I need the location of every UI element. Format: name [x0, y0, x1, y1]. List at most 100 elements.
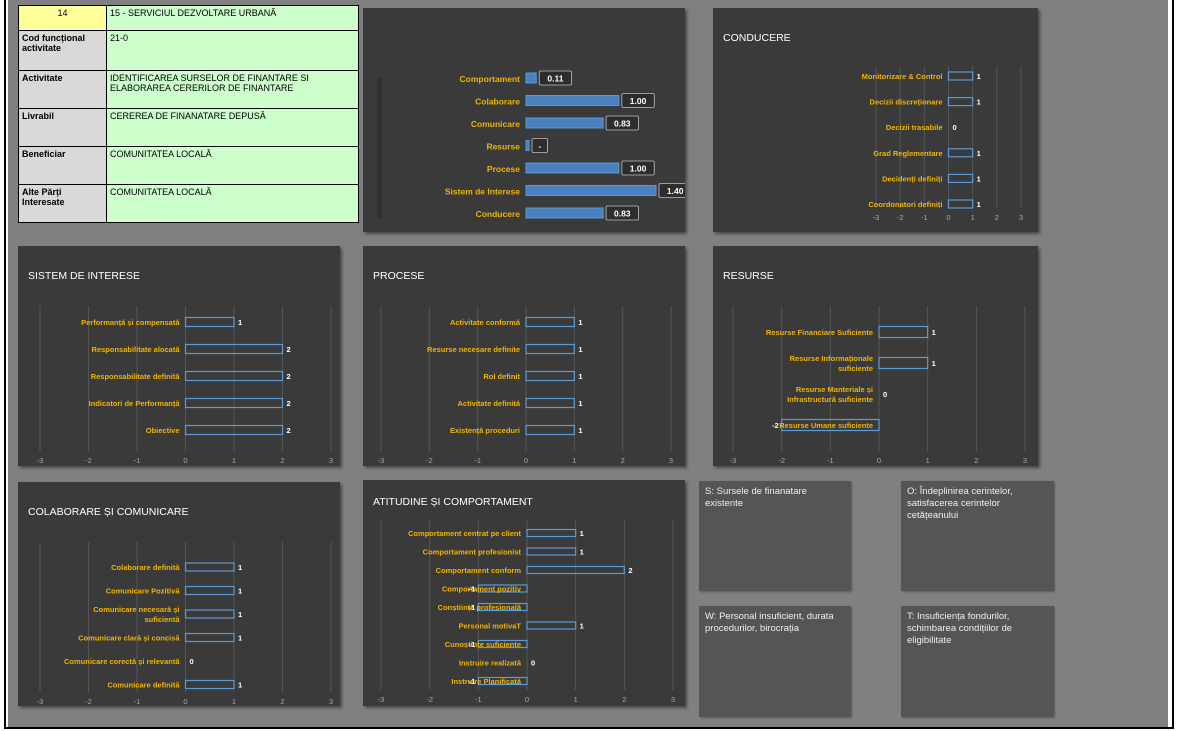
- procese-bar: [525, 397, 575, 409]
- colaborare-category-label: Comunicare corectă și relevantă: [64, 657, 180, 666]
- sistem-tick-label: -3: [37, 456, 44, 465]
- resurse-category-label: Infrastructură suficiente: [787, 395, 873, 404]
- conducere-bar: [947, 148, 974, 158]
- atitudine-data-label: -1: [469, 603, 476, 612]
- resurse-title: RESURSE: [723, 270, 774, 282]
- activity-info-table: 14 15 - SERVICIUL DEZVOLTARE URBANĂ Cod …: [18, 5, 359, 223]
- procese-panel: PROCESE -3 -2 -1 0 1 2 3 Activitate conformă 1 Re…: [363, 246, 685, 466]
- procese-tick-label: -1: [474, 456, 481, 465]
- sistem-panel: SISTEM DE INTERESE -3 -2 -1 0 1 2 3 Performanță…: [18, 246, 340, 466]
- colaborare-bar: [184, 562, 235, 572]
- resurse-category-label: suficiente: [838, 364, 873, 373]
- colaborare-data-label: 1: [238, 681, 242, 690]
- procese-data-label: 1: [578, 318, 582, 327]
- colaborare-tick-label: 2: [280, 697, 284, 706]
- summary-scroll-track: [377, 78, 382, 218]
- conducere-title: CONDUCERE: [723, 32, 791, 44]
- conducere-category-label: Monitorizare & Control: [862, 72, 943, 81]
- summary-category-label: Sistem de Interese: [445, 187, 520, 197]
- procese-category-label: Activitate conformă: [450, 318, 521, 327]
- conducere-category-label: Decizii trasabile: [886, 123, 943, 132]
- atitudine-data-label: 2: [628, 566, 632, 575]
- conducere-tick-label: 2: [995, 213, 999, 222]
- colaborare-data-label: 1: [238, 587, 242, 596]
- summary-data-label: -: [538, 141, 541, 151]
- atitudine-data-label: 1: [580, 622, 584, 631]
- sistem-category-label: Obiective: [146, 426, 180, 435]
- conducere-bar: [947, 71, 974, 81]
- conducere-data-label: 0: [953, 123, 957, 132]
- summary-data-label: 1.00: [630, 96, 647, 106]
- conducere-panel: CONDUCERE -3 -2 -1 0 1 2 3 Monitorizare & Contr…: [713, 8, 1038, 232]
- swot-weaknesses: W: Personal insuficient, durata procedur…: [699, 606, 851, 717]
- colaborare-bar: [184, 609, 235, 619]
- resurse-category-label: Resurse Umane suficiente: [779, 421, 873, 430]
- conducere-tick-label: 3: [1019, 213, 1023, 222]
- info-value-cod: 21-0: [106, 30, 359, 71]
- conducere-category-label: Grad Reglementare: [873, 149, 942, 158]
- resurse-category-label: Resurse Informaționale: [790, 354, 873, 363]
- conducere-data-label: 1: [977, 149, 981, 158]
- colaborare-bar: [184, 679, 235, 690]
- sistem-tick-label: -1: [134, 456, 141, 465]
- procese-data-label: 1: [578, 426, 582, 435]
- resurse-tick-label: 2: [974, 456, 978, 465]
- sistem-tick-label: 2: [280, 456, 284, 465]
- procese-category-label: Existență proceduri: [450, 426, 520, 435]
- procese-tick-label: 2: [621, 456, 625, 465]
- resurse-tick-label: -3: [730, 456, 737, 465]
- resurse-tick-label: 0: [877, 456, 881, 465]
- colaborare-category-label: Comunicare necesară și: [93, 605, 179, 614]
- summary-bar: [525, 140, 530, 151]
- atitudine-panel: ATITUDINE ȘI COMPORTAMENT -3 -2 -1 0 1 2 3 Comp…: [363, 480, 685, 706]
- conducere-data-label: 1: [977, 174, 981, 183]
- conducere-category-label: Coordonatori definiți: [868, 200, 942, 209]
- procese-data-label: 1: [578, 372, 582, 381]
- summary-bar: [525, 162, 620, 174]
- info-value-activitate: IDENTIFICAREA SURSELOR DE FINANTARE SI E…: [106, 70, 359, 109]
- sistem-data-label: 2: [287, 399, 291, 408]
- resurse-data-label: 1: [932, 359, 936, 368]
- procese-bar: [525, 424, 575, 436]
- procese-tick-label: -2: [426, 456, 433, 465]
- resurse-category-label: Resurse Manteriale și: [796, 385, 873, 394]
- atitudine-category-label: Instruire Planificată: [451, 677, 521, 686]
- sistem-data-label: 2: [287, 345, 291, 354]
- colaborare-data-label: 0: [190, 657, 194, 666]
- summary-category-label: Colaborare: [475, 97, 520, 107]
- info-label-cod: Cod funcțional activitate: [18, 30, 107, 71]
- colaborare-data-label: 1: [238, 634, 242, 643]
- atitudine-category-label: Conștiință profesională: [438, 603, 522, 612]
- colaborare-data-label: 1: [238, 563, 242, 572]
- atitudine-category-label: Comportament pozitiv: [442, 585, 522, 594]
- procese-category-label: Rol definit: [483, 372, 520, 381]
- resurse-data-label: -2: [772, 421, 779, 430]
- conducere-tick-label: -3: [873, 213, 880, 222]
- colaborare-tick-label: 3: [329, 697, 333, 706]
- sistem-data-label: 2: [287, 372, 291, 381]
- atitudine-category-label: Comportament conform: [436, 566, 522, 575]
- procese-category-label: Resurse necesare definite: [427, 345, 520, 354]
- colaborare-title: COLABORARE ȘI COMUNICARE: [28, 506, 189, 518]
- summary-bar: [525, 72, 537, 84]
- info-value-livrabil: CEREREA DE FINANATARE DEPUSĂ: [106, 108, 359, 147]
- activity-number: 14: [18, 5, 107, 31]
- summary-bar: [525, 207, 604, 219]
- procese-bar: [525, 343, 575, 355]
- atitudine-bar: [526, 547, 577, 556]
- conducere-tick-label: 1: [971, 213, 975, 222]
- summary-bar: [525, 117, 604, 129]
- conducere-data-label: 1: [977, 72, 981, 81]
- conducere-bar: [947, 96, 974, 107]
- summary-chart: Comportament 0.11 Colaborare 1.00 Comunicare…: [445, 70, 692, 221]
- colaborare-tick-label: 1: [232, 697, 236, 706]
- resurse-bar: [878, 356, 929, 370]
- sistem-title: SISTEM DE INTERESE: [28, 270, 141, 282]
- summary-category-label: Procese: [487, 164, 520, 174]
- atitudine-category-label: Instruire realizată: [459, 659, 522, 668]
- atitudine-bar: [526, 621, 577, 630]
- summary-data-label: 1.00: [630, 164, 647, 174]
- atitudine-data-label: -1: [469, 677, 476, 686]
- resurse-tick-label: -1: [827, 456, 834, 465]
- summary-category-label: Conducere: [476, 209, 521, 219]
